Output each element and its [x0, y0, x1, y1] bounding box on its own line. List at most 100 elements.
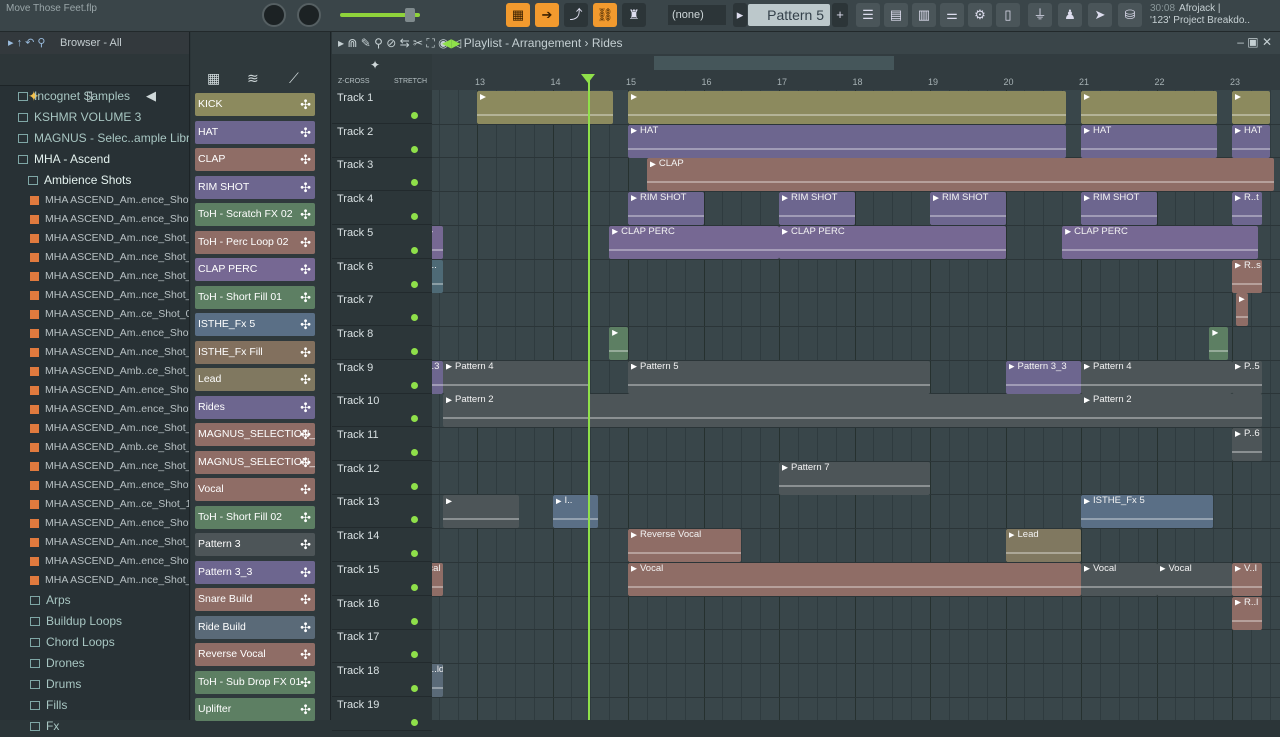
browser-file[interactable]: MHA ASCEND_Am..ence_Shot_20_B [0, 552, 189, 571]
playlist-clip[interactable]: Vocal [432, 562, 444, 596]
track-mute-led[interactable] [411, 617, 418, 625]
browser-file[interactable]: MHA ASCEND_Am..ence_Shot_18_F [0, 514, 189, 533]
track-mute-led[interactable] [411, 112, 418, 119]
picker-item[interactable]: MAGNUS_SELECTION_.. ✣ [195, 450, 315, 474]
track-header[interactable]: Track 17 [332, 629, 432, 664]
playlist-clip[interactable]: CLAP PERC [1062, 225, 1259, 259]
browser-file[interactable]: MHA ASCEND_Am..ce_Shot_07_G# [0, 305, 189, 324]
browser-file[interactable]: MHA ASCEND_Am..ce_Shot_17_G# [0, 495, 189, 514]
browser-file[interactable]: MHA ASCEND_Am..ence_Shot_11_F [0, 381, 189, 400]
add-pattern-button[interactable]: + [832, 3, 848, 27]
picker-item[interactable]: ToH - Scratch FX 02 ✣ [195, 203, 315, 226]
browser-folder[interactable]: Ambience Shots [0, 170, 189, 191]
pattern-none-select[interactable]: (none) [668, 5, 726, 25]
playlist-clip[interactable]: HAT [628, 124, 1066, 158]
track-header[interactable]: Track 10 [332, 393, 432, 428]
picker-item[interactable]: ISTHE_Fx Fill ✣ [195, 340, 315, 364]
picker-item[interactable]: ToH - Short Fill 01 ✣ [195, 285, 315, 309]
playlist-clip[interactable] [1232, 91, 1270, 124]
browser-folder[interactable]: MAGNUS - Selec..ample Library [0, 128, 189, 149]
picker-automation-icon[interactable]: ⟋ [289, 70, 299, 87]
playlist-clip[interactable]: Vocal [1081, 562, 1157, 596]
playhead-marker-icon[interactable] [581, 74, 595, 83]
plugin-icon[interactable]: ⚙ [968, 3, 992, 27]
browser-folder[interactable]: Drums [0, 674, 189, 695]
playlist-clip[interactable] [477, 91, 613, 124]
overview-scrollbar[interactable] [654, 56, 894, 70]
playlist-clip[interactable]: Pattern 4 [443, 360, 591, 394]
learn-icon[interactable]: ➤ [1088, 3, 1112, 27]
picker-item[interactable]: ToH - Sub Drop FX 01 ✣ [195, 670, 315, 694]
browser-title[interactable]: Browser - All [60, 37, 122, 49]
track-header[interactable]: Track 14 [332, 528, 432, 563]
picker-item[interactable]: ToH - Perc Loop 02 ✣ [195, 230, 315, 254]
track-mute-led[interactable] [411, 415, 418, 423]
tempo-icon[interactable]: ♟ [1058, 3, 1082, 27]
playlist-clip[interactable]: RIM SHOT [1081, 192, 1157, 226]
typing-keyboard-icon[interactable]: ▦ [506, 3, 530, 27]
browser-folder[interactable]: Chord Loops [0, 632, 189, 653]
playlist-clip[interactable]: Rid..ld [432, 663, 444, 697]
track-header[interactable]: Track 15 [332, 562, 432, 596]
track-mute-led[interactable] [411, 179, 418, 187]
browser-file[interactable]: MHA ASCEND_Am..nce_Shot_06_D [0, 286, 189, 305]
picker-item[interactable]: Ride Build ✣ [195, 615, 315, 639]
browser-nav-icon[interactable]: ▸ ↑ ↶ ⚲ [8, 32, 45, 54]
track-header[interactable]: Track 12 [332, 461, 432, 495]
playlist-clip[interactable] [1235, 293, 1248, 327]
picker-item[interactable]: CLAP PERC ✣ [195, 258, 315, 281]
playlist-clip[interactable]: RIM SHOT [779, 192, 855, 226]
browser-folder[interactable]: Fx [0, 716, 189, 737]
link-icon[interactable]: ⛓ [593, 3, 617, 27]
track-header[interactable]: Track 16 [332, 596, 432, 630]
track-mute-led[interactable] [411, 246, 418, 254]
mixer-icon[interactable]: ⚌ [940, 3, 964, 27]
browser-folder[interactable]: Arps [0, 590, 189, 611]
timeline-ruler[interactable]: 13 14 15 16 17 18 19 20 21 22 23 [432, 54, 1280, 90]
picker-item[interactable]: Uplifter ✣ [195, 698, 315, 721]
browser-file[interactable]: MHA ASCEND_Am..ence_Shot_01_C [0, 191, 189, 210]
playlist-clip[interactable] [609, 326, 628, 360]
track-mute-led[interactable] [411, 347, 418, 355]
volume-slider-handle[interactable] [405, 8, 415, 22]
arrangement-grid[interactable]: HAT HAT HAT CLAP RIM SHOT RIM SHOT RIM SHOT RIM… [432, 90, 1280, 720]
picker-item[interactable]: Snare Build ✣ [195, 588, 315, 611]
plug-icon[interactable]: ⏚ [1028, 3, 1052, 27]
track-header[interactable]: Track 9 [332, 360, 432, 394]
playlist-clip[interactable]: CLAP [646, 158, 1274, 192]
playlist-clip[interactable]: P..5 [1232, 360, 1263, 394]
browser-file[interactable]: MHA ASCEND_Am..nce_Shot_09_D [0, 343, 189, 362]
picker-item[interactable]: Pattern 3_3 ✣ [195, 560, 315, 584]
browser-folder[interactable]: Incognet Samples [0, 86, 189, 107]
track-mute-led[interactable] [411, 550, 418, 558]
picker-item[interactable]: KICK ✣ [195, 93, 315, 116]
playlist-clip[interactable]: RIM SHOT [930, 192, 1006, 226]
picker-item[interactable]: Vocal ✣ [195, 478, 315, 501]
browser-folder[interactable]: MHA - Ascend [0, 149, 189, 170]
picker-audio-icon[interactable]: ≋ [247, 70, 259, 87]
track-header[interactable]: Track 18 [332, 663, 432, 697]
snap-icon[interactable]: ✦ [370, 58, 380, 72]
picker-item[interactable]: MAGNUS_SELECTION_.. ✣ [195, 423, 315, 446]
track-mute-led[interactable] [411, 213, 418, 221]
browser-file[interactable]: MHA ASCEND_Am..ence_Shot_08_A [0, 324, 189, 343]
project-icon[interactable]: ▯ [996, 3, 1020, 27]
picker-item[interactable]: RIM SHOT ✣ [195, 175, 315, 199]
track-header[interactable]: Track 7 [332, 292, 432, 327]
track-header[interactable]: Track 4 [332, 191, 432, 226]
browser-folder[interactable]: KSHMR VOLUME 3 [0, 107, 189, 128]
playlist-clip[interactable]: Lead [1005, 529, 1081, 563]
store-icon[interactable]: ⛁ [1118, 3, 1142, 27]
track-mute-led[interactable] [411, 516, 418, 524]
master-volume-knob[interactable] [262, 3, 286, 27]
track-mute-led[interactable] [411, 583, 418, 591]
track-header[interactable]: Track 19 [332, 697, 432, 731]
track-header[interactable]: Track 2 [332, 124, 432, 158]
picker-item[interactable]: CLAP ✣ [195, 148, 315, 171]
browser-folder[interactable]: Fills [0, 695, 189, 716]
playlist-clip[interactable]: CLAP PERC [609, 225, 779, 259]
browser-folder[interactable]: Buildup Loops [0, 611, 189, 632]
playlist-clip[interactable]: Reverse Vocal [628, 529, 742, 563]
playlist-clip[interactable]: Pattern 2 [1081, 394, 1263, 428]
record-icon[interactable]: ⤴ [564, 3, 588, 27]
